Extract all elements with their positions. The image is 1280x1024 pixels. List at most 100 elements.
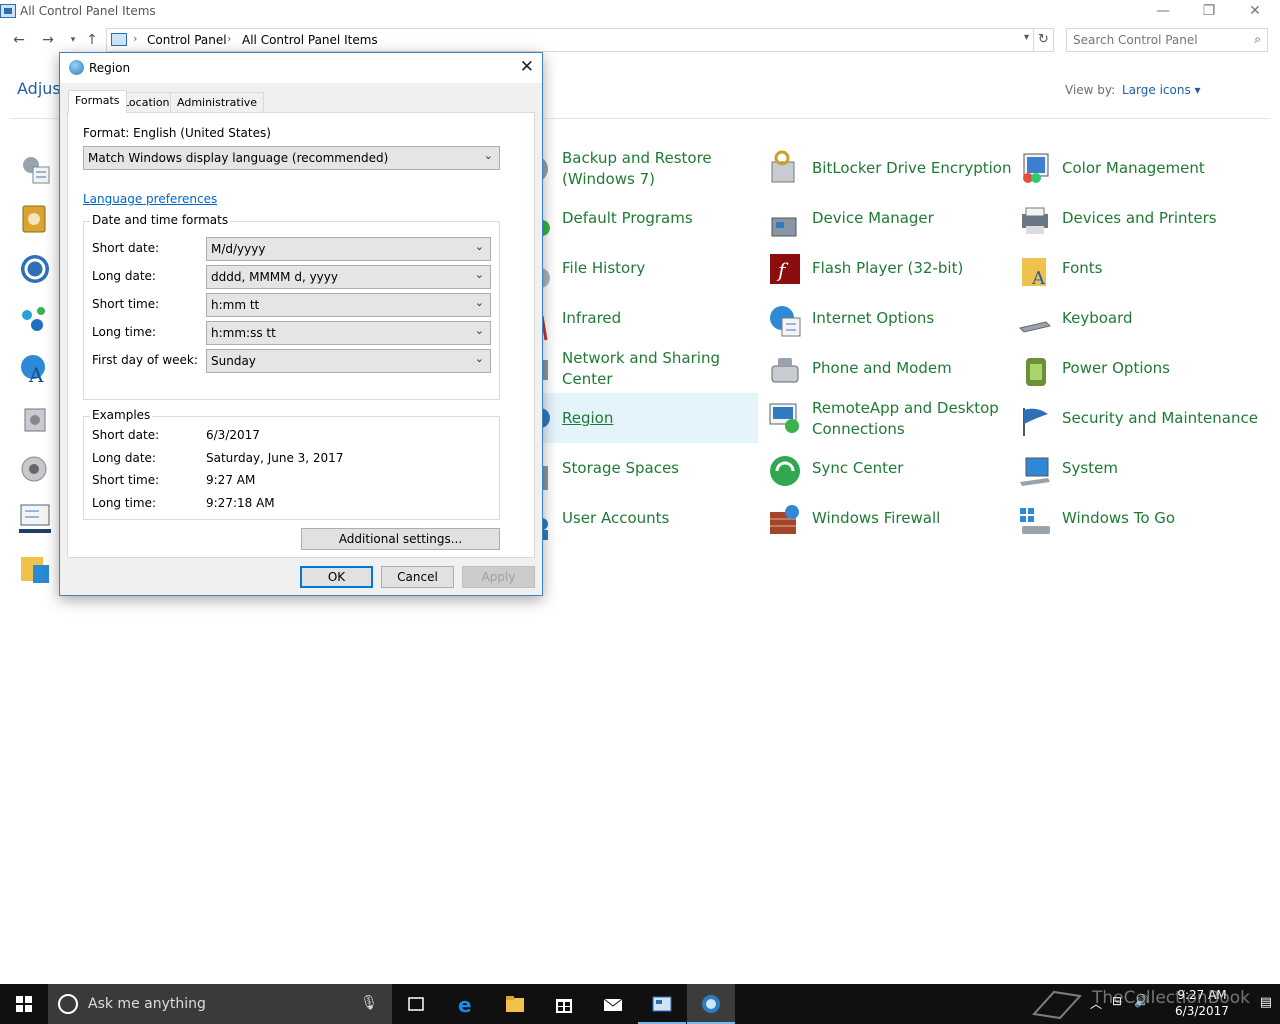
item-device-manager[interactable]: Device Manager — [768, 208, 1013, 258]
first-day-of-week-label: First day of week: — [92, 353, 198, 367]
first-day-of-week-select[interactable]: Sunday ⌄ — [206, 349, 491, 373]
item-file-history[interactable]: File History — [518, 258, 758, 308]
apply-button[interactable]: Apply — [462, 566, 535, 588]
search-input[interactable] — [1073, 32, 1243, 48]
item-user-accounts[interactable]: User Accounts — [518, 508, 758, 558]
globe-icon — [69, 60, 84, 75]
cancel-button[interactable]: Cancel — [381, 566, 454, 588]
item-system[interactable]: System — [1018, 452, 1273, 502]
administrative-tools-icon[interactable] — [19, 153, 51, 185]
item-color-management[interactable]: Color Management — [1018, 148, 1273, 198]
search-icon[interactable]: ⌕ — [1254, 32, 1261, 47]
close-button[interactable]: ✕ — [1232, 0, 1278, 24]
title-bar: All Control Panel Items — ❐ ✕ — [0, 0, 1280, 24]
region-taskbar-button[interactable] — [687, 984, 735, 1024]
sync-center-icon — [770, 456, 800, 486]
example-long-date-label: Long date: — [92, 451, 156, 465]
language-preferences-link[interactable]: Language preferences — [83, 192, 217, 206]
item-flash-player[interactable]: f Flash Player (32-bit) — [768, 252, 1013, 302]
minimize-button[interactable]: — — [1140, 0, 1186, 24]
refresh-icon[interactable]: ↻ — [1034, 28, 1054, 52]
task-view-button[interactable] — [392, 984, 440, 1024]
short-time-select[interactable]: h:mm tt ⌄ — [206, 293, 491, 317]
format-select[interactable]: Match Windows display language (recommen… — [83, 146, 500, 170]
long-time-label: Long time: — [92, 325, 157, 339]
up-arrow-icon[interactable]: ↑ — [82, 30, 102, 50]
control-panel-icon — [0, 4, 16, 18]
long-date-label: Long date: — [92, 269, 156, 283]
breadcrumb-all-items[interactable]: All Control Panel Items — [242, 33, 378, 47]
ok-button[interactable]: OK — [300, 566, 373, 588]
item-windows-to-go[interactable]: Windows To Go — [1018, 502, 1273, 552]
additional-settings-button[interactable]: Additional settings... — [301, 528, 500, 550]
microphone-icon[interactable]: 🎙 — [360, 995, 378, 1011]
item-bitlocker[interactable]: BitLocker Drive Encryption — [768, 148, 1013, 198]
ease-of-access-icon[interactable] — [19, 253, 51, 285]
breadcrumb-control-panel[interactable]: Control Panel — [147, 33, 227, 47]
long-time-select[interactable]: h:mm:ss tt ⌄ — [206, 321, 491, 345]
troubleshooting-icon[interactable] — [19, 503, 51, 535]
region-dialog: Region ✕ Formats Location Administrative… — [59, 52, 543, 596]
device-manager-icon — [771, 217, 797, 237]
item-backup-and-restore[interactable]: Backup and Restore (Windows 7) — [518, 148, 758, 198]
item-internet-options[interactable]: Internet Options — [768, 302, 1013, 352]
item-phone-and-modem[interactable]: Phone and Modem — [768, 352, 1013, 402]
control-panel-taskbar-button[interactable] — [638, 984, 686, 1024]
fonts-folder-icon: A — [1022, 258, 1046, 288]
item-devices-and-printers[interactable]: Devices and Printers — [1018, 202, 1273, 252]
chevron-down-icon[interactable]: ▾ — [1024, 32, 1029, 43]
item-default-programs[interactable]: Default Programs — [518, 208, 758, 258]
item-storage-spaces[interactable]: Storage Spaces — [518, 458, 758, 508]
store-icon — [556, 999, 572, 1013]
store-taskbar-button[interactable] — [540, 984, 588, 1024]
chevron-down-icon: ⌄ — [474, 268, 484, 281]
dialog-close-button[interactable]: ✕ — [520, 57, 534, 77]
action-center-icon[interactable]: ▤ — [1260, 995, 1272, 1010]
item-security-and-maintenance[interactable]: Security and Maintenance — [1018, 402, 1273, 452]
maximize-button[interactable]: ❐ — [1186, 0, 1232, 24]
folder-icon — [506, 996, 524, 1012]
chevron-down-icon: ⌄ — [474, 296, 484, 309]
item-remoteapp[interactable]: RemoteApp and Desktop Connections — [768, 398, 1013, 448]
work-folders-icon[interactable] — [19, 553, 51, 585]
security-flag-icon — [1023, 408, 1048, 436]
recent-locations-chevron-icon[interactable]: ▾ — [63, 30, 83, 50]
short-date-select[interactable]: M/d/yyyy ⌄ — [206, 237, 491, 261]
item-windows-firewall[interactable]: Windows Firewall — [768, 502, 1013, 552]
edge-taskbar-button[interactable]: e — [443, 984, 491, 1024]
watermark-text: TheCollectionBook — [1092, 988, 1251, 1008]
tab-administrative[interactable]: Administrative — [170, 92, 265, 112]
explorer-window: All Control Panel Items — ❐ ✕ ← → ▾ ↑ › … — [0, 0, 1280, 984]
search-box[interactable]: ⌕ — [1066, 28, 1268, 52]
file-explorer-taskbar-button[interactable] — [491, 984, 539, 1024]
item-network-and-sharing[interactable]: Network and Sharing Center — [518, 348, 758, 398]
item-fonts[interactable]: A Fonts — [1018, 252, 1273, 302]
homegroup-icon[interactable] — [19, 303, 51, 335]
back-arrow-icon[interactable]: ← — [9, 30, 29, 50]
example-long-time-value: 9:27:18 AM — [206, 496, 275, 510]
cortana-placeholder: Ask me anything — [88, 996, 206, 1012]
printer-icon — [1022, 207, 1048, 234]
tab-formats[interactable]: Formats — [68, 90, 127, 113]
address-bar[interactable]: › Control Panel › All Control Panel Item… — [106, 28, 1034, 52]
item-region[interactable]: Region — [518, 393, 758, 443]
example-short-time-label: Short time: — [92, 473, 160, 487]
power-options-icon — [1026, 358, 1046, 386]
chevron-right-icon[interactable]: › — [133, 32, 137, 45]
cortana-search-box[interactable]: Ask me anything 🎙 — [48, 984, 392, 1024]
autoplay-icon[interactable] — [19, 203, 51, 235]
item-sync-center[interactable]: Sync Center — [768, 452, 1013, 502]
system-icon — [1020, 457, 1050, 486]
forward-arrow-icon[interactable]: → — [38, 30, 58, 50]
programs-and-features-icon[interactable] — [19, 403, 51, 435]
start-button[interactable] — [0, 984, 48, 1024]
sound-icon[interactable] — [19, 453, 51, 485]
item-keyboard[interactable]: Keyboard — [1018, 302, 1273, 352]
language-icon[interactable]: A — [19, 353, 51, 387]
mail-taskbar-button[interactable] — [589, 984, 637, 1024]
chevron-right-icon[interactable]: › — [227, 32, 231, 45]
long-date-select[interactable]: dddd, MMMM d, yyyy ⌄ — [206, 265, 491, 289]
short-date-label: Short date: — [92, 241, 160, 255]
item-power-options[interactable]: Power Options — [1018, 352, 1273, 402]
view-by-dropdown[interactable]: Large icons ▾ — [1122, 83, 1201, 97]
